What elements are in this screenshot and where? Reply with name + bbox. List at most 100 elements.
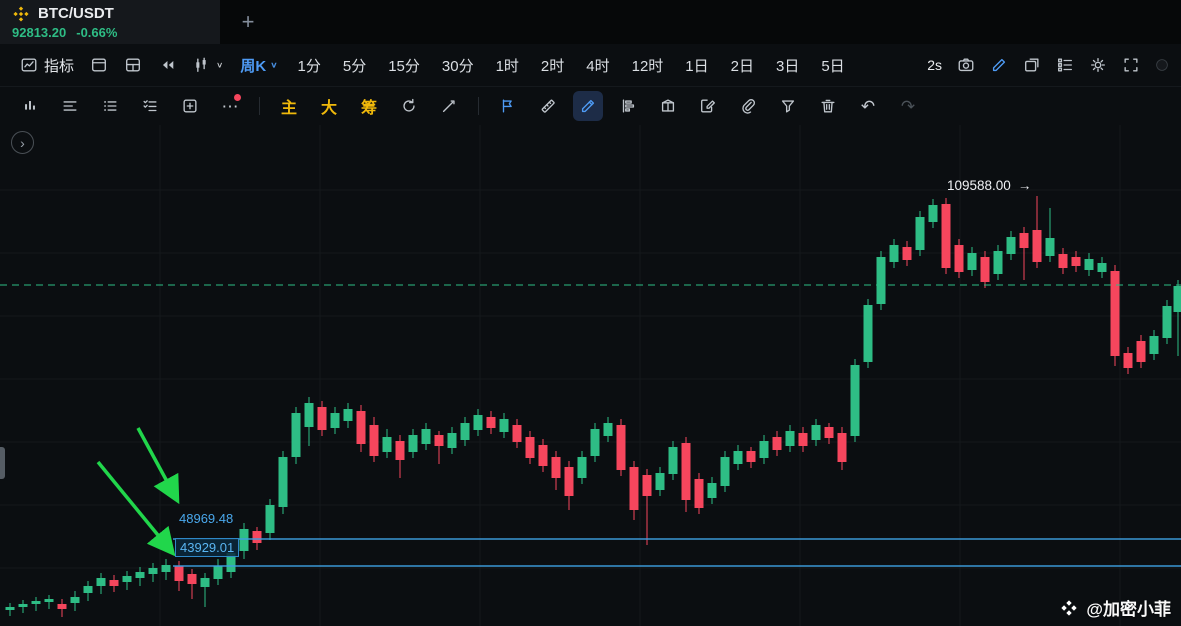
symbol-pair: BTC/USDT	[38, 5, 114, 22]
add-panel-icon[interactable]	[170, 91, 210, 121]
template-glyph	[90, 56, 108, 74]
symbol-price: 92813.20	[12, 25, 66, 40]
box-glyph	[659, 97, 677, 115]
bars-pattern-icon[interactable]	[10, 91, 50, 121]
note-icon[interactable]	[688, 91, 728, 121]
flag-icon[interactable]	[488, 91, 528, 121]
funnel-icon[interactable]	[768, 91, 808, 121]
trading-app: BTC/USDT 92813.20 -0.66% + 指标	[0, 0, 1181, 126]
ruler-glyph	[539, 97, 557, 115]
main-chart-tool-label: 主	[281, 94, 297, 118]
timeframe-5min[interactable]: 5分	[332, 55, 377, 76]
support-level-1-label[interactable]: 48969.48	[179, 511, 233, 526]
main-toolbar: 指标 ∨	[0, 44, 1181, 87]
ruler-icon[interactable]	[528, 91, 568, 121]
trash-glyph	[819, 97, 837, 115]
support-level-2-label[interactable]: 43929.01	[175, 538, 239, 557]
more-icon[interactable]: ⋯	[210, 91, 250, 121]
chips-tool[interactable]: 筹	[349, 91, 389, 121]
align-lines-icon[interactable]	[50, 91, 90, 121]
paperclip-icon[interactable]	[728, 91, 768, 121]
indicators-button[interactable]: 指标	[12, 50, 82, 80]
note-glyph	[699, 97, 717, 115]
peak-price-arrow-icon: →	[1018, 178, 1032, 193]
candle-style-caret: ∨	[216, 61, 223, 70]
main-toolbar-right: 2s	[927, 50, 1169, 80]
indicators-label: 指标	[44, 55, 74, 76]
template-icon[interactable]	[82, 50, 116, 80]
timeframe-12h[interactable]: 12时	[621, 55, 675, 76]
rewind-icon[interactable]	[150, 50, 184, 80]
refresh-icon[interactable]	[389, 91, 429, 121]
funnel-glyph	[779, 97, 797, 115]
timeframe-2h[interactable]: 2时	[530, 55, 575, 76]
main-chart-tool[interactable]: 主	[269, 91, 309, 121]
notification-dot	[234, 94, 241, 101]
timeframe-4h[interactable]: 4时	[575, 55, 620, 76]
draw-pencil-icon[interactable]	[990, 56, 1008, 74]
timeframe-1h[interactable]: 1时	[485, 55, 530, 76]
layout-icon[interactable]	[116, 50, 150, 80]
timeframe-30min[interactable]: 30分	[431, 55, 485, 76]
object-tree-icon[interactable]	[1056, 56, 1074, 74]
list-icon[interactable]	[90, 91, 130, 121]
left-scrollbar-handle[interactable]	[0, 447, 5, 479]
brush-icon[interactable]	[568, 91, 608, 121]
refresh-glyph	[400, 97, 418, 115]
volume-profile-icon[interactable]	[608, 91, 648, 121]
large-view-tool-label: 大	[321, 94, 337, 118]
volume-profile-glyph	[619, 97, 637, 115]
add-panel-glyph	[181, 97, 199, 115]
timeframe-1min[interactable]: 1分	[287, 55, 332, 76]
expand-panel-chevron[interactable]: ›	[11, 131, 34, 154]
replay-speed-button[interactable]: 2s	[927, 57, 942, 73]
tab-bar: BTC/USDT 92813.20 -0.66% +	[0, 0, 1181, 44]
interval-caret: ∨	[270, 61, 277, 70]
undo-icon[interactable]: ↶	[848, 91, 888, 121]
fullscreen-glyph	[1122, 56, 1140, 74]
popout-glyph	[1023, 56, 1041, 74]
timeframe-5d[interactable]: 5日	[810, 55, 855, 76]
settings-gear-glyph	[1089, 56, 1107, 74]
timeframe-1d[interactable]: 1日	[674, 55, 719, 76]
popout-icon[interactable]	[1023, 56, 1041, 74]
rewind-glyph	[158, 56, 176, 74]
peak-price-label: 109588.00 →	[947, 178, 1031, 193]
redo-icon[interactable]: ↷	[888, 91, 928, 121]
brush-glyph	[579, 97, 597, 115]
watermark-diamonds-icon	[1060, 599, 1078, 617]
flag-glyph	[499, 97, 517, 115]
profile-circle-glyph	[1155, 52, 1169, 78]
drawing-toolbar: ⋯ 主 大 筹	[0, 87, 1181, 126]
interval-selector[interactable]: 周K ∨	[231, 55, 286, 76]
toolbar-divider	[478, 97, 479, 115]
large-view-tool[interactable]: 大	[309, 91, 349, 121]
timeframe-3d[interactable]: 3日	[765, 55, 810, 76]
new-tab-button[interactable]: +	[220, 0, 276, 44]
layout-glyph	[124, 56, 142, 74]
binance-logo-icon	[12, 5, 30, 23]
trash-icon[interactable]	[808, 91, 848, 121]
watermark: @加密小菲	[1060, 595, 1171, 620]
draw-pencil-glyph	[990, 56, 1008, 74]
candle-style-glyph	[192, 56, 210, 74]
trend-cursor-icon[interactable]	[429, 91, 469, 121]
profile-circle-icon[interactable]	[1155, 50, 1169, 80]
timeframe-15min[interactable]: 15分	[377, 55, 431, 76]
chips-tool-label: 筹	[361, 94, 377, 118]
candle-style-icon[interactable]: ∨	[184, 50, 231, 80]
main-toolbar-left: 指标 ∨	[12, 50, 927, 80]
checklist-icon[interactable]	[130, 91, 170, 121]
undo-glyph: ↶	[861, 98, 875, 115]
box-icon[interactable]	[648, 91, 688, 121]
symbol-tab[interactable]: BTC/USDT 92813.20 -0.66%	[0, 0, 220, 44]
toolbar-divider	[259, 97, 260, 115]
redo-glyph: ↷	[901, 98, 915, 115]
camera-icon[interactable]	[957, 56, 975, 74]
symbol-change: -0.66%	[76, 25, 117, 40]
settings-gear-icon[interactable]	[1089, 56, 1107, 74]
timeframe-2d[interactable]: 2日	[720, 55, 765, 76]
watermark-text: @加密小菲	[1086, 595, 1171, 620]
chart-area[interactable]: › 109588.00 → 48969.48 43929.01 @加密小菲	[0, 125, 1181, 626]
fullscreen-icon[interactable]	[1122, 56, 1140, 74]
